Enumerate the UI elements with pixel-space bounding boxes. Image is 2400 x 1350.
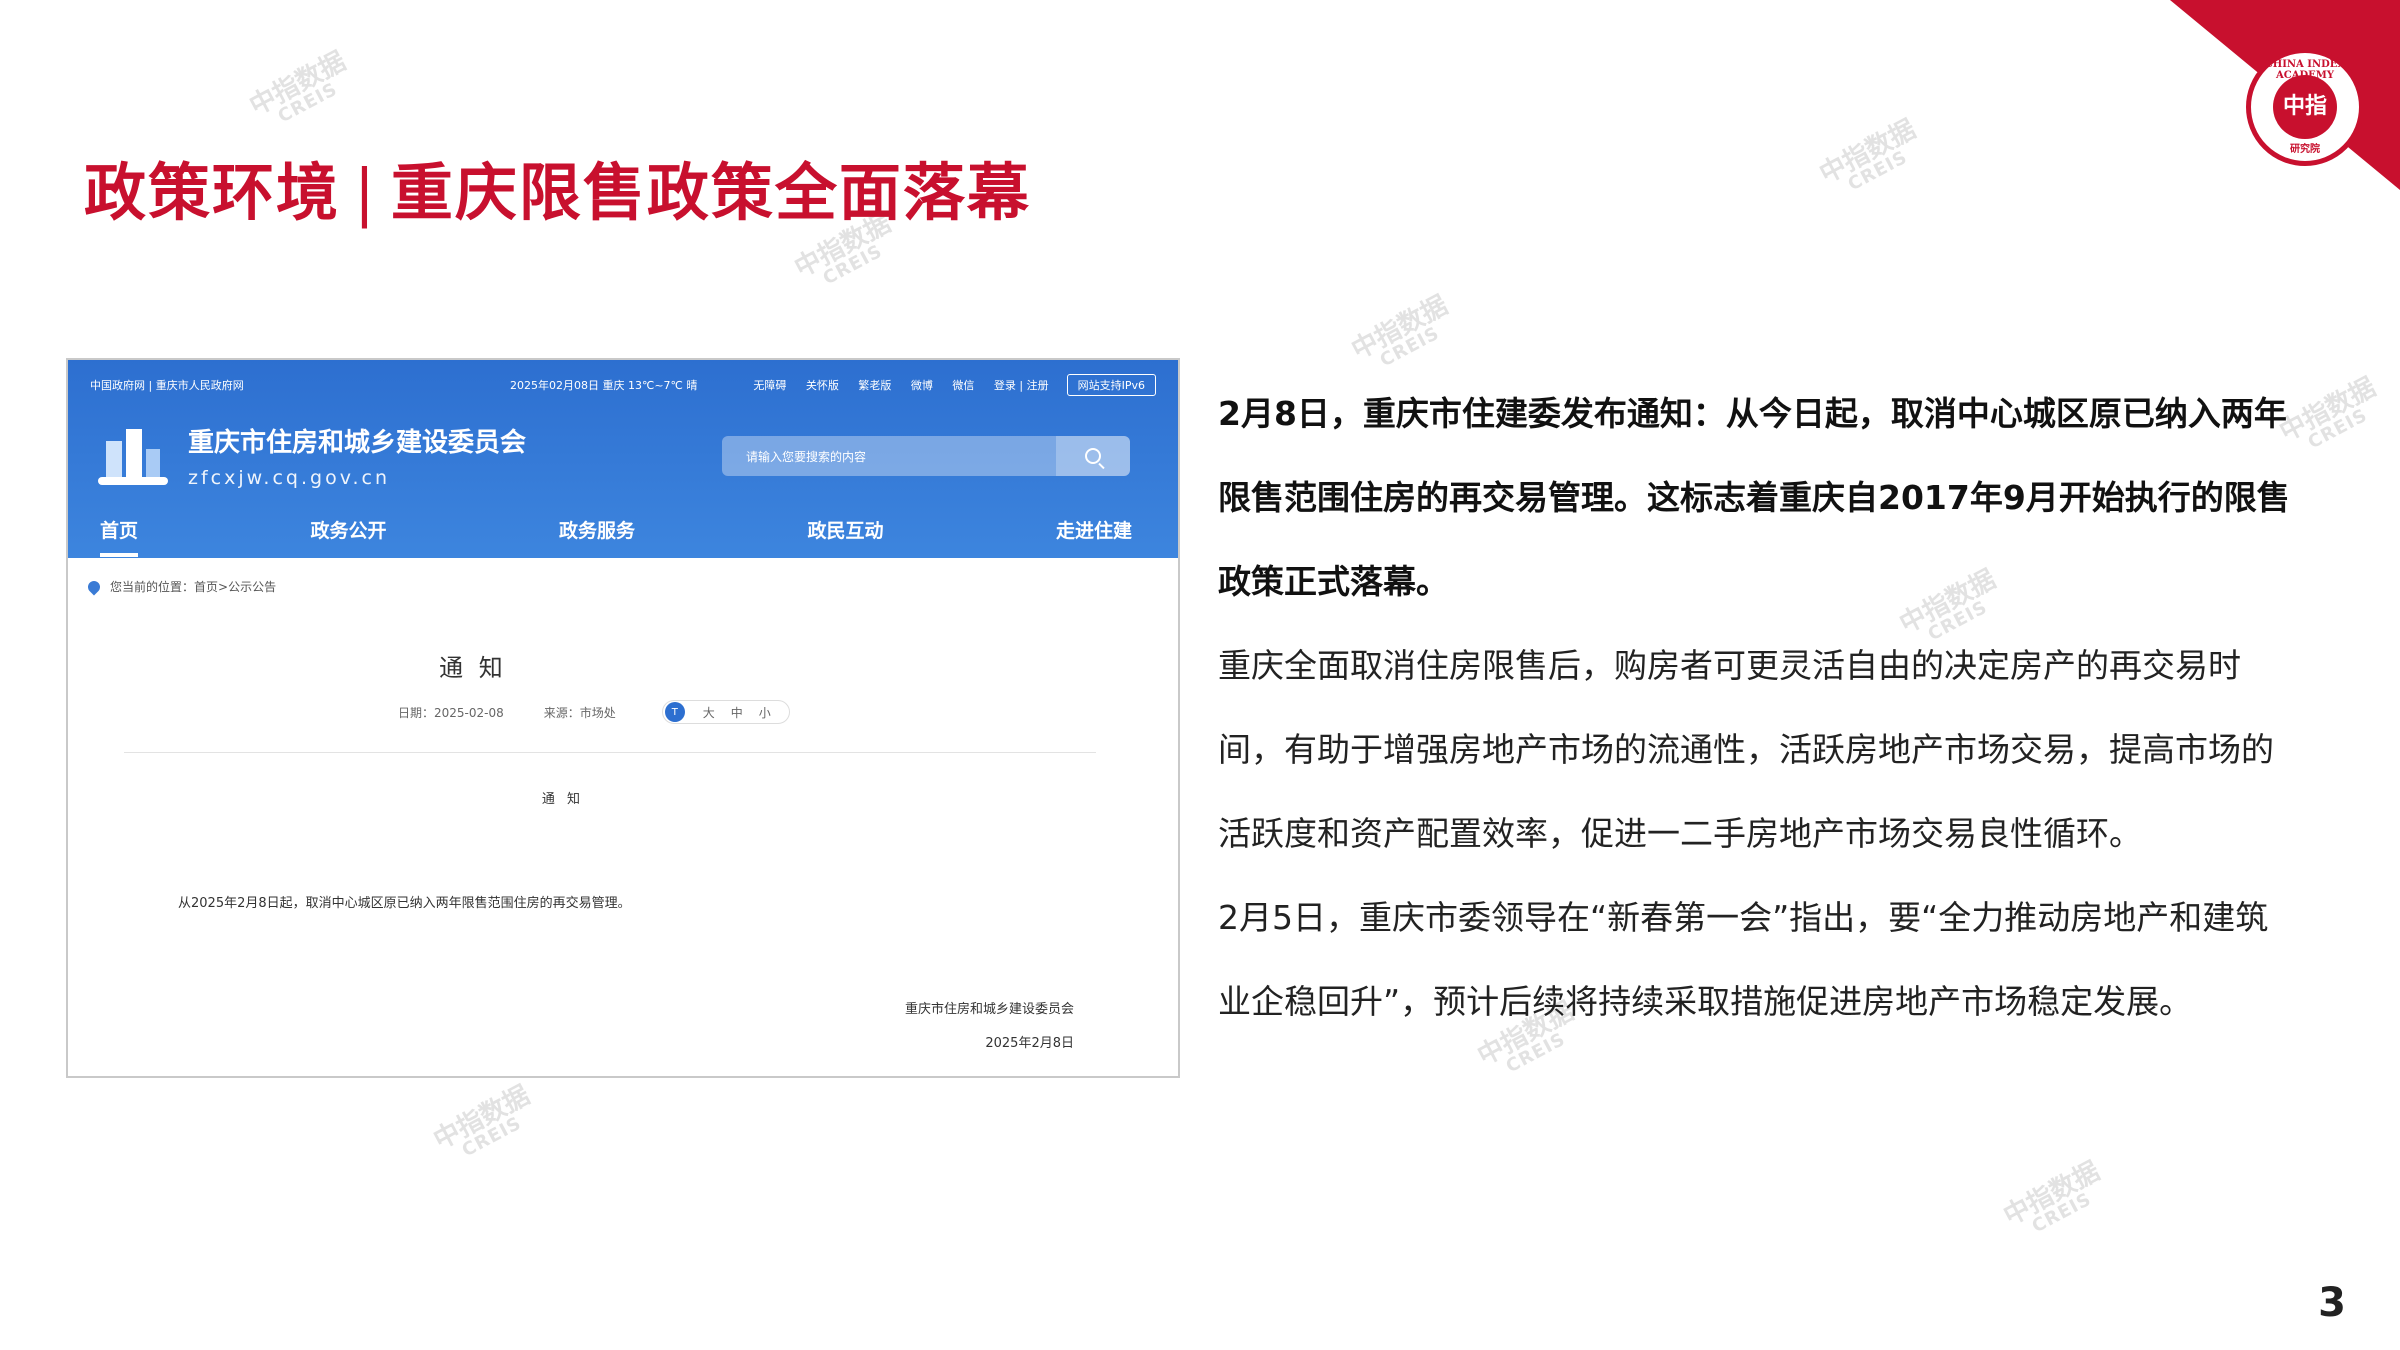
watermark: 中指数据 CREIS — [428, 1080, 535, 1162]
notice-body-heading: 通 知 — [541, 792, 585, 807]
font-size-icon: T — [664, 702, 685, 722]
watermark: 中指数据 CREIS — [244, 46, 351, 128]
nav-about[interactable]: 走进住建 — [1056, 516, 1132, 543]
site-date-weather: 2025年02月08日 重庆 13℃~7℃ 晴 — [510, 379, 698, 392]
nav-gov-affairs[interactable]: 政务公开 — [310, 516, 386, 543]
link-elder-mode[interactable]: 繁老版 — [858, 379, 891, 392]
title-prefix: 政策环境 — [84, 156, 341, 229]
logo-bottom-text: 研究院 — [2290, 144, 2320, 155]
search-button[interactable] — [1056, 436, 1130, 476]
nav-interaction[interactable]: 政民互动 — [807, 516, 883, 543]
nav-home[interactable]: 首页 — [100, 516, 139, 557]
search-icon — [1085, 448, 1101, 464]
content-bold-paragraph: 2月8日，重庆市住建委发布通知：从今日起，取消中心城区原已纳入两年限售范围住房的… — [1218, 394, 2290, 601]
watermark: 中指数据 CREIS — [1814, 114, 1921, 196]
font-size-small[interactable]: 小 — [759, 704, 771, 721]
notice-meta: 日期：2025-02-08 来源：市场处 T 大 中 小 — [398, 700, 830, 724]
location-pin-icon — [85, 578, 103, 595]
notice-title: 通 知 — [439, 654, 507, 682]
ipv6-badge: 网站支持IPv6 — [1066, 374, 1156, 396]
link-login-register[interactable]: 登录 | 注册 — [994, 379, 1049, 392]
site-utility-links: 无障碍 关怀版 繁老版 微博 微信 登录 | 注册 — [737, 377, 1048, 393]
org-domain: zfcxjw.cq.gov.cn — [188, 467, 390, 489]
watermark: 中指数据 CREIS — [1346, 290, 1453, 372]
site-search: 请输入您要搜索的内容 — [722, 436, 1130, 476]
breadcrumb-path[interactable]: 首页>公示公告 — [194, 578, 276, 595]
notice-body-text: 从2025年2月8日起，取消中心城区原已纳入两年限售范围住房的再交易管理。 — [178, 896, 631, 911]
breadcrumb-label: 您当前的位置： — [110, 580, 195, 594]
link-accessibility[interactable]: 无障碍 — [753, 379, 786, 392]
font-size-control: T 大 中 小 — [661, 700, 790, 724]
font-size-large[interactable]: 大 — [703, 704, 715, 721]
search-input[interactable]: 请输入您要搜索的内容 — [722, 448, 1056, 465]
notice-date: 日期：2025-02-08 — [398, 705, 504, 720]
logo-inner-text: 中指 — [2273, 75, 2337, 139]
site-top-strip: 中国政府网 | 重庆市人民政府网 2025年02月08日 重庆 13℃~7℃ 晴… — [90, 374, 1156, 396]
org-name: 重庆市住房和城乡建设委员会 — [188, 428, 527, 458]
nav-gov-services[interactable]: 政务服务 — [559, 516, 635, 543]
website-screenshot: 中国政府网 | 重庆市人民政府网 2025年02月08日 重庆 13℃~7℃ 晴… — [66, 358, 1180, 1078]
link-wechat[interactable]: 微信 — [952, 379, 974, 392]
notice-source: 来源：市场处 — [543, 705, 616, 720]
link-care-mode[interactable]: 关怀版 — [806, 379, 839, 392]
logo-ring-text: CHINA INDEX ACADEMY — [2264, 59, 2346, 81]
content-text: 2月8日，重庆市住建委发布通知：从今日起，取消中心城区原已纳入两年限售范围住房的… — [1218, 372, 2298, 1044]
title-main: 重庆限售政策全面落幕 — [390, 156, 1031, 229]
notice-signature-date: 2025年2月8日 — [985, 1036, 1074, 1051]
content-paragraph-1: 重庆全面取消住房限售后，购房者可更灵活自由的决定房产的再交易时间，有助于增强房地… — [1218, 646, 2274, 853]
page-number: 3 — [2318, 1280, 2346, 1326]
font-size-medium[interactable]: 中 — [731, 704, 743, 721]
title-separator: | — [354, 156, 377, 229]
site-branding: 重庆市住房和城乡建设委员会 zfcxjw.cq.gov.cn — [98, 422, 526, 489]
site-header: 中国政府网 | 重庆市人民政府网 2025年02月08日 重庆 13℃~7℃ 晴… — [68, 360, 1178, 558]
watermark: 中指数据 CREIS — [1998, 1156, 2105, 1238]
brand-corner: CHINA INDEX ACADEMY 中指 研究院 — [2170, 0, 2400, 190]
site-nav: 首页 政务公开 政务服务 政民互动 走进住建 — [68, 500, 1178, 558]
link-weibo[interactable]: 微博 — [911, 379, 933, 392]
breadcrumb: 您当前的位置： 首页>公示公告 — [85, 578, 276, 595]
gov-links[interactable]: 中国政府网 | 重庆市人民政府网 — [90, 377, 510, 393]
content-paragraph-2: 2月5日，重庆市委领导在“新春第一会”指出，要“全力推动房地产和建筑业企稳回升”… — [1218, 898, 2269, 1021]
china-index-academy-logo: CHINA INDEX ACADEMY 中指 研究院 — [2246, 48, 2364, 166]
notice-divider — [124, 752, 1096, 753]
slide-title: 政策环境 | 重庆限售政策全面落幕 — [84, 142, 1031, 232]
building-logo-icon — [98, 425, 168, 487]
notice-signature-org: 重庆市住房和城乡建设委员会 — [904, 1002, 1074, 1017]
